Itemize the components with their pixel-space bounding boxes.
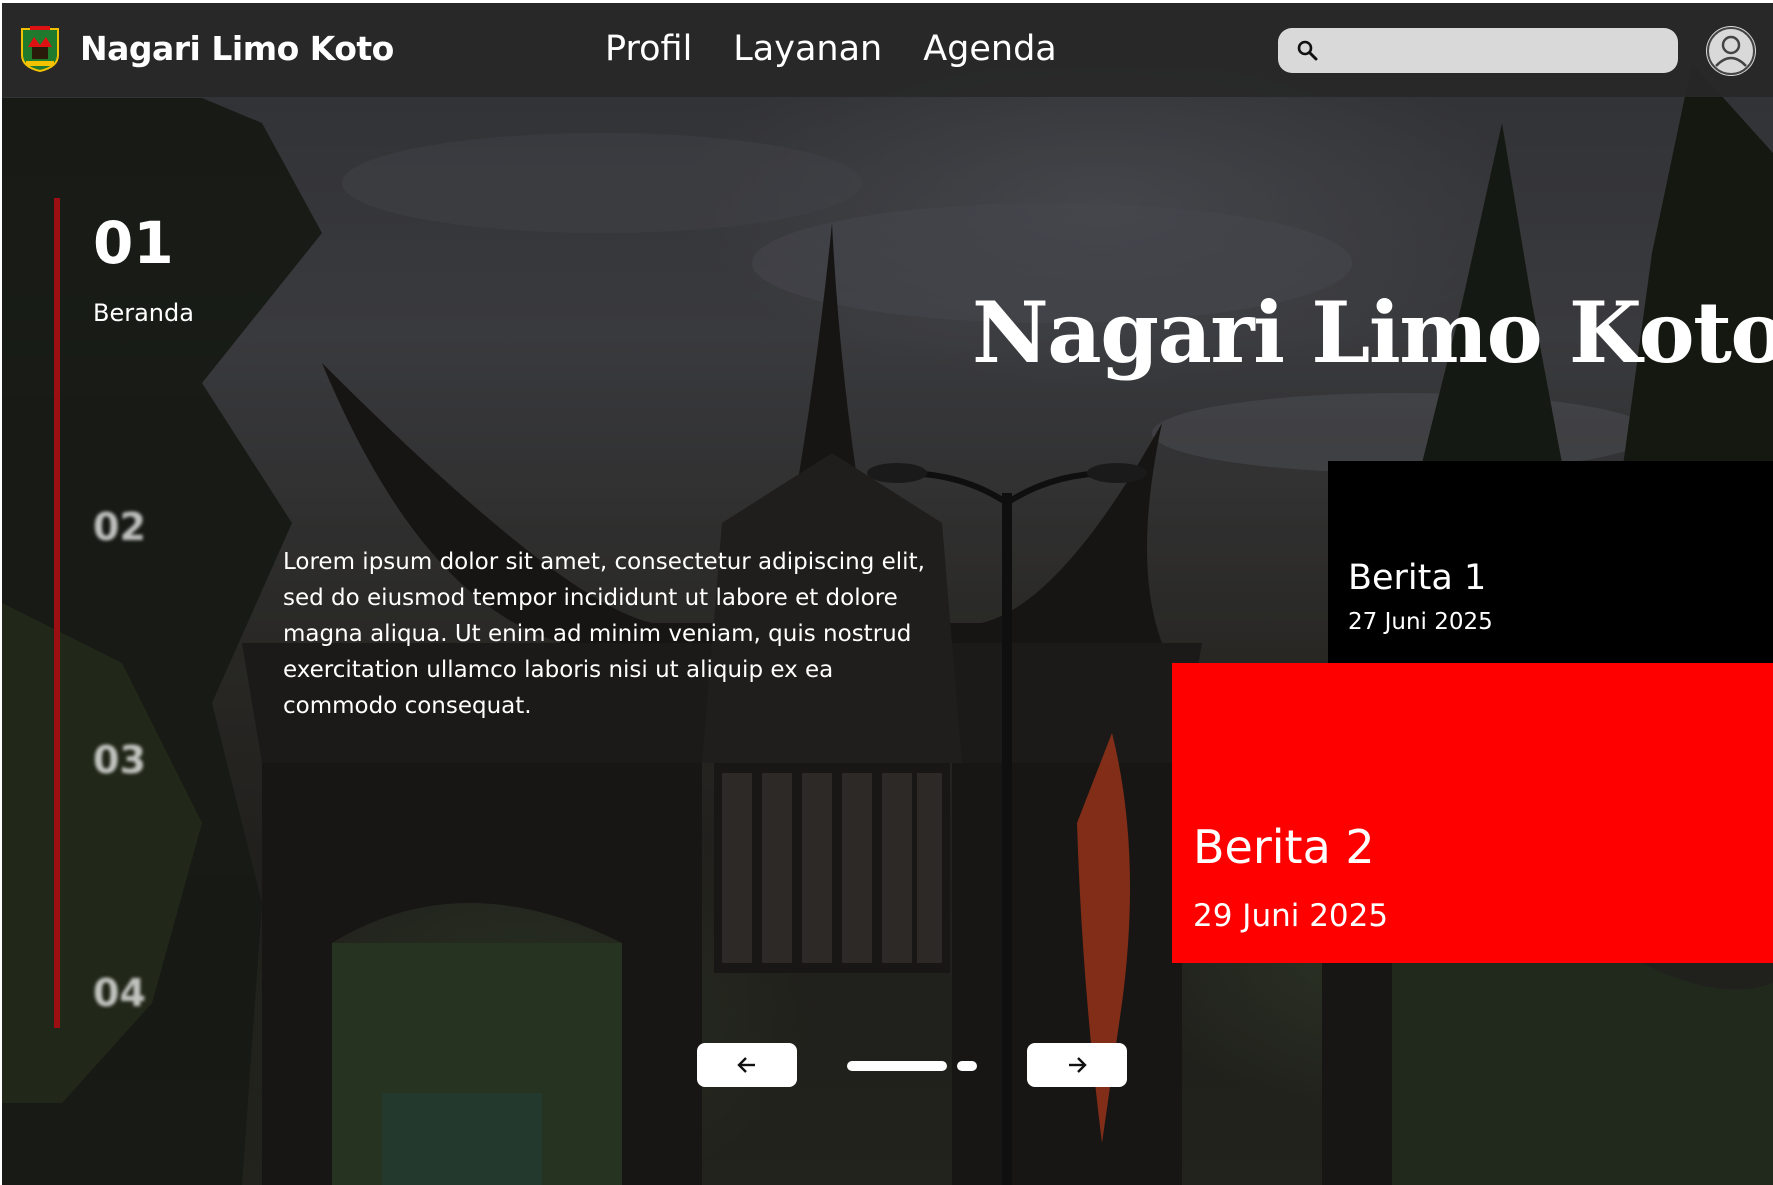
top-navigation-bar: Nagari Limo Koto Profil Layanan Agenda [2,3,1773,97]
carousel-prev-button[interactable] [697,1043,797,1087]
slide-number-04[interactable]: 04 [93,971,146,1015]
slide-number-03[interactable]: 03 [93,738,146,782]
news-card-date: 29 Juni 2025 [1193,898,1389,934]
news-card-1[interactable]: Berita 1 27 Juni 2025 [1328,461,1773,663]
user-avatar-button[interactable] [1706,26,1756,76]
hero-title: Nagari Limo Koto [972,283,1773,382]
user-icon [1707,27,1755,75]
carousel-indicator-active[interactable] [847,1061,947,1071]
nav-link-agenda[interactable]: Agenda [923,29,1057,69]
carousel-indicator[interactable] [957,1061,977,1071]
main-navigation: Profil Layanan Agenda [605,29,1057,69]
slide-number-01[interactable]: 01 [93,209,174,277]
news-card-title: Berita 1 [1348,558,1487,598]
west-sumatra-emblem-icon[interactable] [20,25,60,73]
slide-progress-bar [54,198,60,1028]
news-card-title: Berita 2 [1193,820,1375,874]
slide-label-beranda: Beranda [93,299,194,327]
nav-link-layanan[interactable]: Layanan [733,29,882,69]
hero-section: Nagari Limo Koto Profil Layanan Agenda 0… [2,3,1773,1185]
site-brand-title[interactable]: Nagari Limo Koto [80,29,394,68]
slide-number-02[interactable]: 02 [93,505,146,549]
carousel-next-button[interactable] [1027,1043,1127,1087]
search-icon[interactable] [1296,39,1318,61]
arrow-left-icon [737,1057,755,1073]
search-bar [1278,28,1678,73]
news-card-2[interactable]: Berita 2 29 Juni 2025 [1172,663,1773,963]
arrow-right-icon [1069,1057,1087,1073]
nav-link-profil[interactable]: Profil [605,29,692,69]
news-card-date: 27 Juni 2025 [1348,609,1493,635]
search-input[interactable] [1330,28,1665,73]
hero-description: Lorem ipsum dolor sit amet, consectetur … [283,549,925,719]
